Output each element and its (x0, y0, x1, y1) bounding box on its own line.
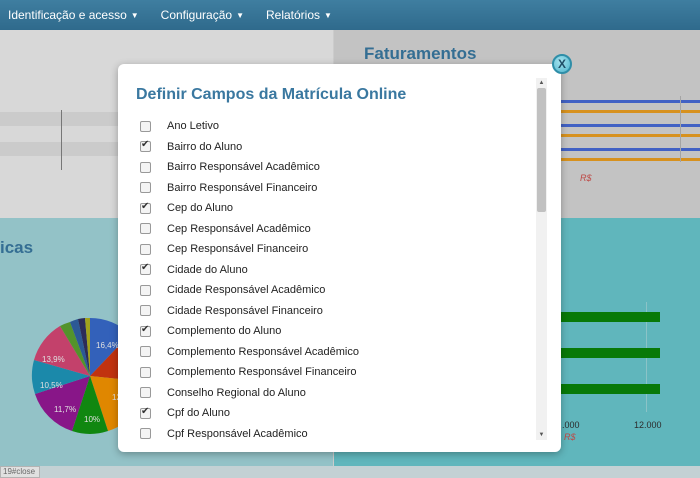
checkbox[interactable] (140, 284, 151, 296)
checkbox[interactable] (140, 428, 151, 440)
field-label: Cpf do Aluno (167, 407, 230, 420)
nav-relatorios[interactable]: Relatórios ▼ (266, 8, 332, 22)
field-label: Cep Responsável Financeiro (167, 243, 309, 256)
top-navbar: Identificação e acesso ▼ Configuração ▼ … (0, 0, 700, 30)
list-item[interactable]: Cep Responsável Financeiro (140, 239, 530, 260)
list-item[interactable]: Cidade do Aluno (140, 260, 530, 281)
checkbox[interactable] (140, 324, 151, 337)
campos-matricula-modal: Definir Campos da Matrícula Online Ano L… (118, 64, 561, 452)
checkbox[interactable] (140, 262, 151, 276)
checkbox[interactable] (140, 139, 151, 153)
field-label: Complemento do Aluno (167, 325, 282, 338)
scrollbar-thumb[interactable] (537, 88, 546, 212)
field-label: Complemento Responsável Acadêmico (167, 345, 359, 358)
scroll-down-icon[interactable]: ▼ (536, 430, 547, 440)
field-label: Ano Letivo (167, 120, 219, 133)
checkbox[interactable] (140, 406, 151, 419)
field-label: Conselho Regional do Aluno (167, 386, 306, 399)
nav-identificacao-label: Identificação e acesso (8, 8, 127, 22)
list-item[interactable]: Complemento Responsável Acadêmico (140, 342, 530, 363)
field-label: Complemento Responsável Financeiro (167, 366, 357, 379)
scrollbar[interactable]: ▲ ▼ (536, 78, 547, 440)
caret-down-icon: ▼ (130, 10, 139, 20)
field-label: Cidade do Aluno (167, 263, 248, 276)
list-item[interactable]: Bairro Responsável Financeiro (140, 178, 530, 199)
list-item[interactable]: Complemento do Aluno (140, 321, 530, 342)
checkbox[interactable] (140, 387, 151, 399)
nav-identificacao[interactable]: Identificação e acesso ▼ (8, 8, 139, 22)
close-button[interactable]: X (552, 54, 572, 74)
field-label: Cep do Aluno (167, 202, 234, 215)
field-label: Cidade Responsável Financeiro (167, 304, 323, 317)
checkbox[interactable] (140, 243, 151, 255)
list-item[interactable]: Cidade Responsável Acadêmico (140, 280, 530, 301)
caret-down-icon: ▼ (324, 10, 332, 20)
field-label: Cidade Responsável Acadêmico (167, 284, 326, 297)
list-item[interactable]: Cep Responsável Acadêmico (140, 219, 530, 240)
caret-down-icon: ▼ (236, 10, 244, 20)
list-item[interactable]: Cidade Responsável Financeiro (140, 301, 530, 322)
checkbox[interactable] (140, 223, 151, 235)
checkbox[interactable] (140, 366, 151, 378)
nav-relatorios-label: Relatórios (265, 8, 321, 22)
list-item[interactable]: Complemento Responsável Financeiro (140, 362, 530, 383)
list-item[interactable]: Cep do Aluno (140, 198, 530, 219)
field-label: Cpf Responsável Acadêmico (167, 427, 308, 440)
nav-configuracao-label: Configuração (160, 8, 233, 22)
list-item[interactable]: Bairro Responsável Acadêmico (140, 157, 530, 178)
checkbox[interactable] (140, 346, 151, 358)
field-list: Ano Letivo Bairro do Aluno Bairro Respon… (140, 116, 530, 444)
list-item[interactable]: Bairro do Aluno (140, 137, 530, 158)
list-item[interactable]: Cpf Responsável Acadêmico (140, 424, 530, 445)
field-label: Cep Responsável Acadêmico (167, 222, 311, 235)
list-item[interactable]: Ano Letivo (140, 116, 530, 137)
field-label: Bairro do Aluno (167, 140, 243, 153)
field-label: Bairro Responsável Acadêmico (167, 161, 320, 174)
field-label: Bairro Responsável Financeiro (167, 181, 318, 194)
list-item[interactable]: Cpf do Aluno (140, 403, 530, 424)
modal-title: Definir Campos da Matrícula Online (136, 86, 407, 103)
checkbox[interactable] (140, 305, 151, 317)
scroll-up-icon[interactable]: ▲ (536, 78, 547, 88)
checkbox[interactable] (140, 201, 151, 214)
list-item[interactable]: Conselho Regional do Aluno (140, 383, 530, 404)
checkbox[interactable] (140, 120, 151, 132)
checkbox[interactable] (140, 182, 151, 194)
nav-configuracao[interactable]: Configuração ▼ (161, 8, 244, 22)
checkbox[interactable] (140, 161, 151, 173)
